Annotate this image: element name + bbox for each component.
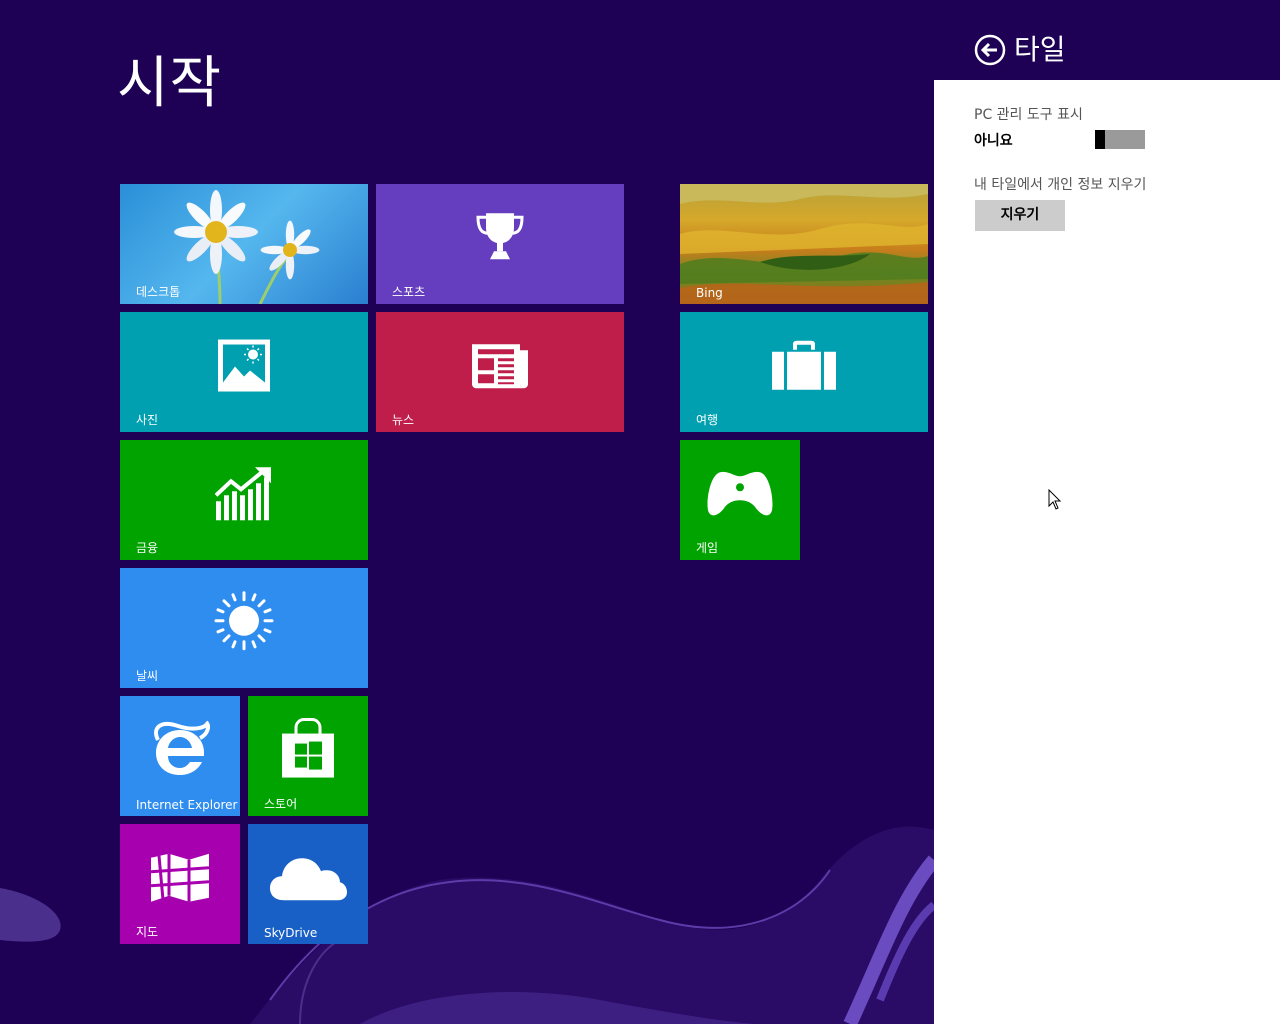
chart-up-icon xyxy=(215,465,273,521)
internet-explorer-icon xyxy=(150,720,210,778)
panel-header: 타일 xyxy=(934,0,1280,80)
tile-label: 지도 xyxy=(136,925,159,939)
tile-store[interactable]: 스토어 xyxy=(248,696,368,816)
pc-tools-setting-label: PC 관리 도구 표시 xyxy=(974,107,1083,123)
clear-button[interactable]: 지우기 xyxy=(975,200,1065,231)
tile-photos[interactable]: 사진 xyxy=(120,312,368,432)
gamepad-icon xyxy=(706,470,774,518)
tile-label: SkyDrive xyxy=(264,926,318,940)
pc-tools-setting-value: 아니요 xyxy=(974,133,1013,149)
tile-label: 사진 xyxy=(136,413,159,427)
tile-news[interactable]: 뉴스 xyxy=(376,312,624,432)
back-arrow-icon xyxy=(974,34,1006,66)
tile-bing[interactable]: Bing xyxy=(680,184,928,304)
trophy-icon xyxy=(472,209,528,265)
tile-label: 날씨 xyxy=(136,669,159,683)
tile-desktop[interactable]: 데스크톱 xyxy=(120,184,368,304)
tile-label: 스포츠 xyxy=(392,285,426,299)
toggle-thumb xyxy=(1095,130,1105,149)
tile-maps[interactable]: 지도 xyxy=(120,824,240,944)
photo-icon xyxy=(217,339,271,393)
tile-games[interactable]: 게임 xyxy=(680,440,800,560)
tiles-settings-panel: 타일 PC 관리 도구 표시 아니요 내 타일에서 개인 정보 지우기 지우기 xyxy=(934,0,1280,1024)
tile-label: 여행 xyxy=(696,413,719,427)
tile-label: 뉴스 xyxy=(392,413,415,427)
tile-label: 데스크톱 xyxy=(136,285,181,299)
sun-icon xyxy=(214,591,274,651)
tile-internet-explorer[interactable]: Internet Explorer xyxy=(120,696,240,816)
tile-label: Internet Explorer xyxy=(136,798,238,812)
tile-finance[interactable]: 금융 xyxy=(120,440,368,560)
back-button[interactable] xyxy=(974,34,1006,66)
pc-tools-toggle[interactable] xyxy=(1095,130,1145,149)
start-title: 시작 xyxy=(117,51,223,116)
mouse-cursor-icon xyxy=(1048,489,1062,510)
newspaper-icon xyxy=(470,342,530,390)
map-icon xyxy=(149,852,211,904)
tile-label: 스토어 xyxy=(264,797,298,811)
store-bag-icon xyxy=(280,718,336,780)
tile-weather[interactable]: 날씨 xyxy=(120,568,368,688)
cloud-icon xyxy=(268,854,348,902)
tile-travel[interactable]: 여행 xyxy=(680,312,928,432)
start-screen: 시작 데스크톱 스포츠 Bing 사진 뉴스 여행 금융 게임 날씨 Inter… xyxy=(0,0,934,1024)
panel-title: 타일 xyxy=(1014,33,1066,66)
tile-skydrive[interactable]: SkyDrive xyxy=(248,824,368,944)
tile-label: 게임 xyxy=(696,541,719,555)
suitcase-icon xyxy=(771,340,837,392)
clear-personal-info-label: 내 타일에서 개인 정보 지우기 xyxy=(974,177,1147,193)
tile-sports[interactable]: 스포츠 xyxy=(376,184,624,304)
tile-label: Bing xyxy=(696,286,723,300)
tile-label: 금융 xyxy=(136,541,159,555)
